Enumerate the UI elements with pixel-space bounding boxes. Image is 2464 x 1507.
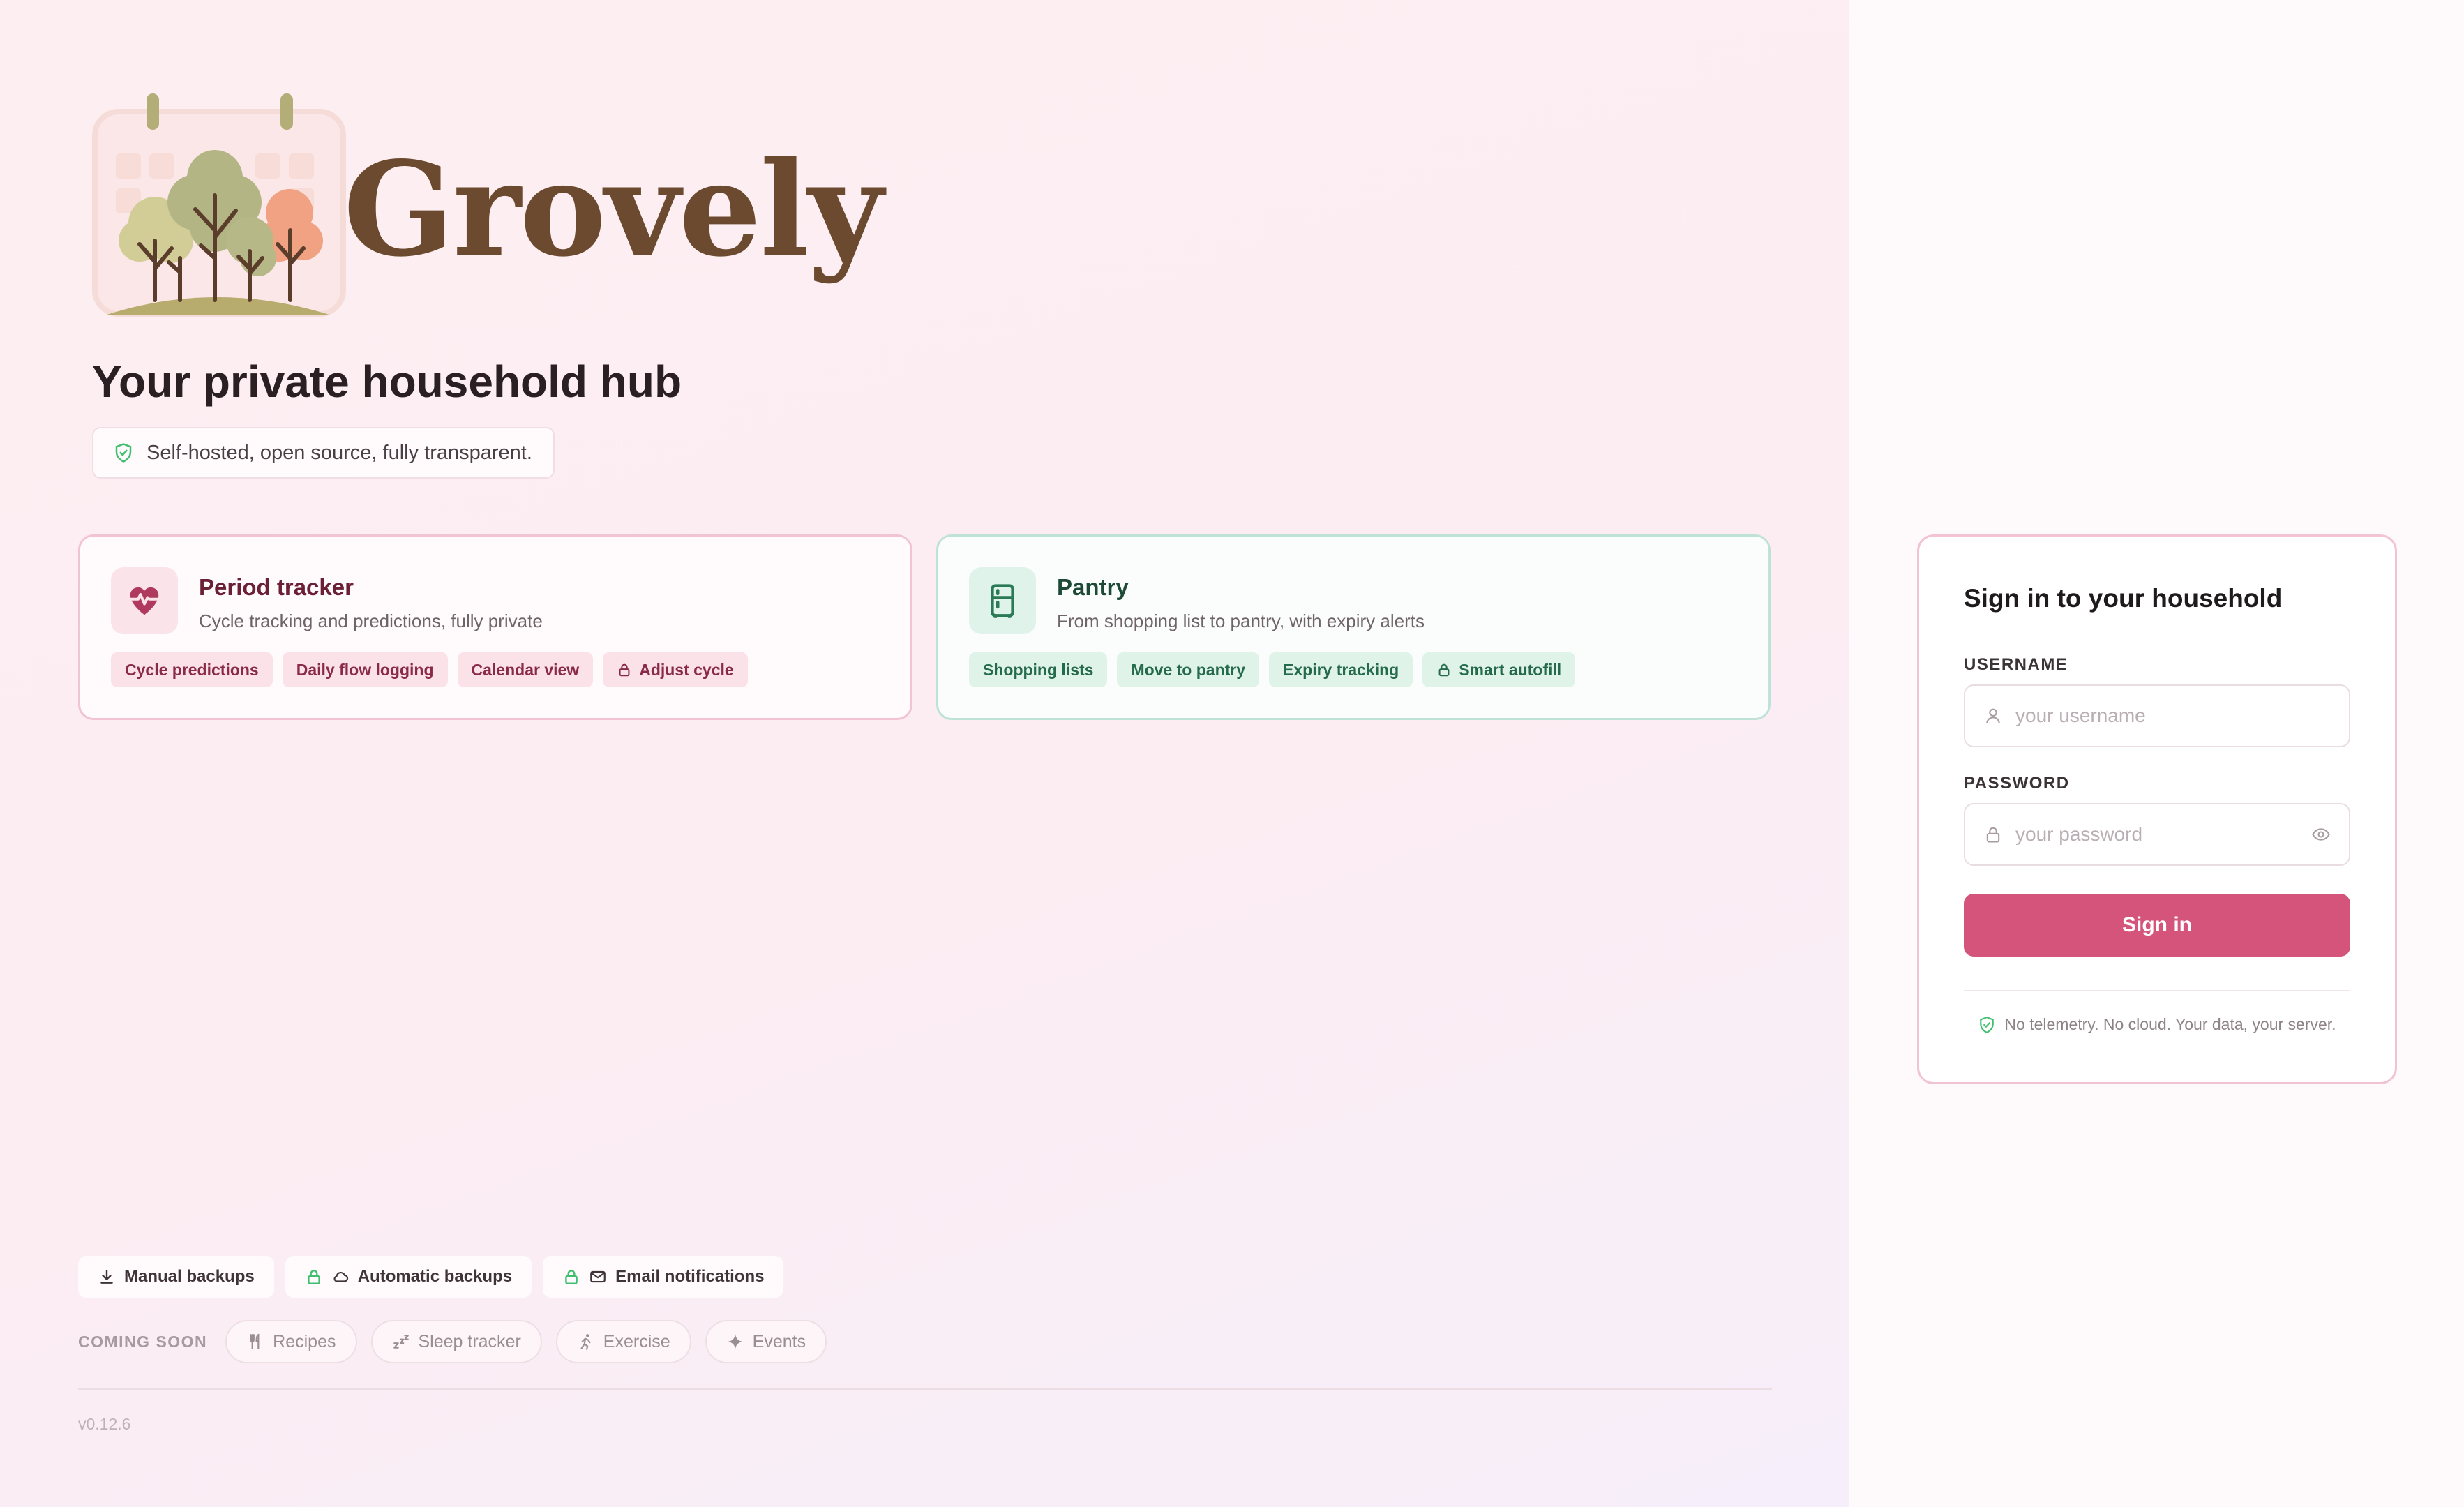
tag-adjust-cycle: Adjust cycle bbox=[603, 652, 748, 687]
tag-daily-flow-logging: Daily flow logging bbox=[282, 652, 448, 687]
mail-icon bbox=[590, 1270, 606, 1283]
tag-cycle-predictions: Cycle predictions bbox=[111, 652, 273, 687]
brand-logo: Grovely bbox=[91, 91, 883, 328]
soon-recipes: Recipes bbox=[225, 1320, 357, 1363]
module-title: Pantry bbox=[1057, 574, 1129, 600]
privacy-note-text: No telemetry. No cloud. Your data, your … bbox=[2004, 1015, 2336, 1033]
self-hosted-note: Self-hosted, open source, fully transpar… bbox=[92, 427, 555, 479]
eye-icon[interactable] bbox=[2311, 825, 2331, 844]
page-headline: Your private household hub bbox=[92, 357, 682, 407]
lock-icon bbox=[307, 1270, 320, 1284]
shield-check-icon bbox=[115, 443, 132, 463]
running-icon bbox=[580, 1334, 591, 1350]
module-card-period-tracker[interactable]: Period tracker Cycle tracking and predic… bbox=[78, 534, 912, 720]
download-icon bbox=[100, 1270, 113, 1284]
tag-calendar-view: Calendar view bbox=[457, 652, 594, 687]
soon-exercise: Exercise bbox=[555, 1320, 691, 1363]
username-label: USERNAME bbox=[1964, 655, 2068, 674]
password-field[interactable] bbox=[1964, 803, 2350, 866]
footer-divider bbox=[78, 1388, 1772, 1390]
feature-label: Email notifications bbox=[615, 1267, 765, 1286]
utensils-icon bbox=[250, 1333, 260, 1349]
module-subtitle: From shopping list to pantry, with expir… bbox=[1057, 610, 1425, 631]
password-label: PASSWORD bbox=[1964, 774, 2070, 793]
soon-label: Events bbox=[752, 1331, 806, 1351]
sign-in-button[interactable]: Sign in bbox=[1964, 894, 2350, 957]
username-input[interactable] bbox=[2015, 705, 2331, 727]
login-title: Sign in to your household bbox=[1964, 584, 2283, 613]
shield-check-icon bbox=[1980, 1016, 1995, 1033]
username-field[interactable] bbox=[1964, 684, 2350, 747]
login-divider bbox=[1964, 990, 2350, 991]
soon-label: Exercise bbox=[603, 1331, 670, 1351]
feature-manual-backups: Manual backups bbox=[78, 1256, 274, 1298]
soon-label: Sleep tracker bbox=[418, 1331, 521, 1351]
feature-email-notifications: Email notifications bbox=[543, 1256, 784, 1298]
coming-soon-row: COMING SOON Recipes Sleep tracker Exerci… bbox=[78, 1320, 827, 1363]
self-hosted-note-text: Self-hosted, open source, fully transpar… bbox=[147, 441, 532, 464]
fridge-icon bbox=[969, 567, 1036, 634]
feature-label: Manual backups bbox=[124, 1267, 255, 1286]
feature-list: Manual backups Automatic backups Email n… bbox=[78, 1256, 784, 1298]
coming-soon-label: COMING SOON bbox=[78, 1332, 208, 1351]
cloud-icon bbox=[333, 1272, 348, 1282]
grove-calendar-logo-icon bbox=[92, 93, 346, 317]
tag-move-to-pantry: Move to pantry bbox=[1117, 652, 1260, 687]
hero-section: Grovely Your private household hub Self-… bbox=[0, 0, 1849, 1507]
tag-shopping-lists: Shopping lists bbox=[969, 652, 1108, 687]
password-input[interactable] bbox=[2015, 823, 2299, 846]
lock-icon bbox=[565, 1270, 578, 1284]
lock-icon bbox=[619, 663, 630, 677]
lock-icon bbox=[1438, 663, 1450, 677]
tag-expiry-tracking: Expiry tracking bbox=[1269, 652, 1413, 687]
module-card-pantry[interactable]: Pantry From shopping list to pantry, wit… bbox=[936, 534, 1771, 720]
sparkle-icon bbox=[727, 1334, 743, 1349]
feature-label: Automatic backups bbox=[357, 1267, 513, 1286]
privacy-note: No telemetry. No cloud. Your data, your … bbox=[1964, 1015, 2350, 1034]
soon-label: Recipes bbox=[273, 1331, 336, 1351]
lock-icon bbox=[1986, 827, 2000, 843]
login-panel: Sign in to your household USERNAME PASSW… bbox=[1849, 0, 2464, 1507]
tag-smart-autofill: Smart autofill bbox=[1422, 652, 1576, 687]
tag-label: Smart autofill bbox=[1459, 660, 1562, 679]
app-version: v0.12.6 bbox=[78, 1415, 131, 1433]
module-subtitle: Cycle tracking and predictions, fully pr… bbox=[199, 610, 543, 631]
heart-pulse-icon bbox=[111, 567, 178, 634]
soon-events: Events bbox=[705, 1320, 827, 1363]
soon-sleep-tracker: Sleep tracker bbox=[370, 1320, 542, 1363]
module-title: Period tracker bbox=[199, 574, 354, 600]
login-form: Sign in to your household USERNAME PASSW… bbox=[1917, 534, 2397, 1084]
tag-label: Adjust cycle bbox=[639, 660, 734, 679]
feature-automatic-backups: Automatic backups bbox=[285, 1256, 532, 1298]
zzz-icon bbox=[393, 1335, 409, 1349]
user-icon bbox=[1986, 708, 2000, 723]
brand-name: Grovely bbox=[343, 133, 883, 285]
